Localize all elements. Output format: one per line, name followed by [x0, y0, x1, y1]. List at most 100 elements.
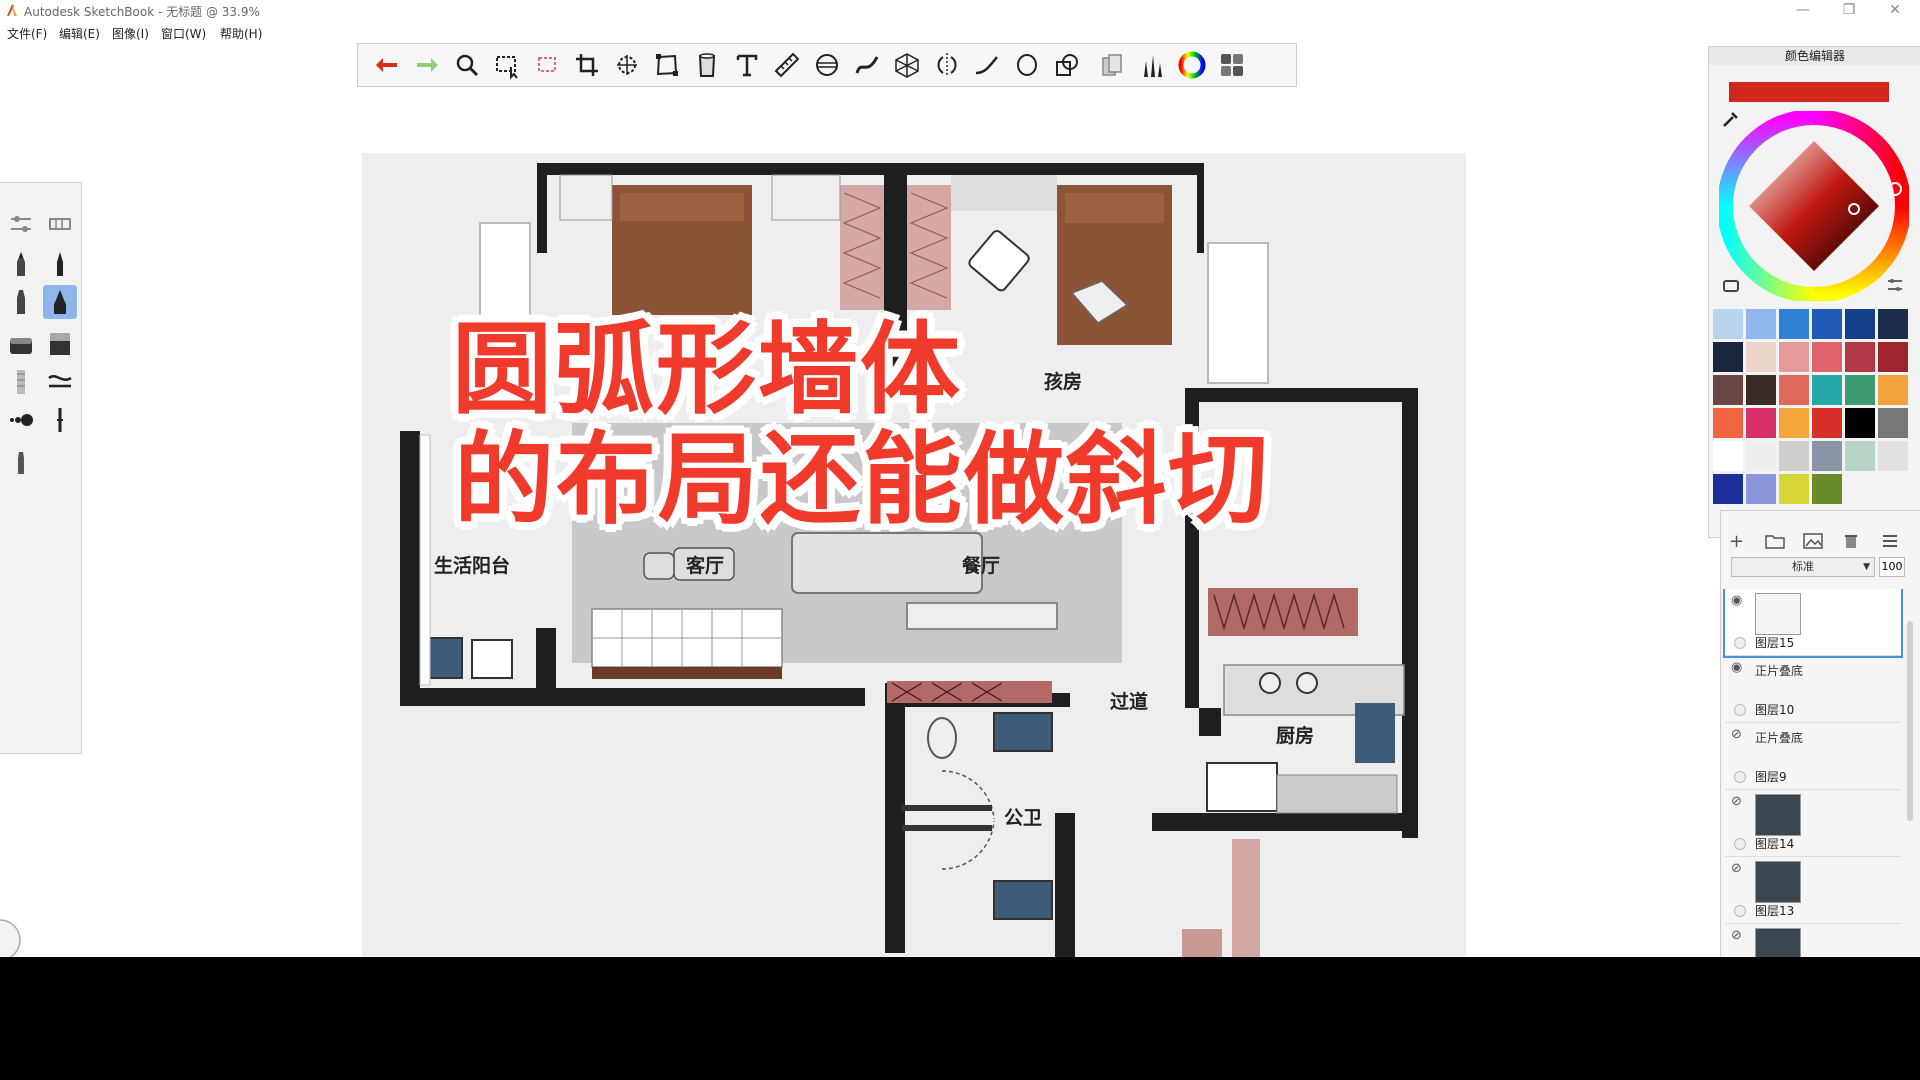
- eye-hidden-icon[interactable]: ⊘: [1731, 794, 1742, 809]
- layer-lock-toggle[interactable]: [1734, 637, 1746, 649]
- menu-window[interactable]: 窗口(W): [161, 25, 206, 42]
- color-swatch[interactable]: [1713, 342, 1743, 372]
- zoom-icon[interactable]: [451, 49, 483, 81]
- pencil-brush-icon[interactable]: [4, 247, 38, 281]
- color-swatch[interactable]: [1779, 408, 1809, 438]
- marker-brush-icon[interactable]: [4, 285, 38, 319]
- layer-lock-toggle[interactable]: [1734, 838, 1746, 850]
- layer-lock-toggle[interactable]: [1734, 771, 1746, 783]
- color-swatch[interactable]: [1812, 441, 1842, 471]
- color-swatch[interactable]: [1779, 441, 1809, 471]
- transform-icon[interactable]: [611, 49, 643, 81]
- fineliner-brush-icon[interactable]: [43, 403, 77, 437]
- ellipse-icon[interactable]: [1011, 49, 1043, 81]
- menu-edit[interactable]: 编辑(E): [59, 25, 100, 42]
- airbrush-icon[interactable]: [4, 403, 38, 437]
- select-icon[interactable]: [491, 49, 523, 81]
- eye-icon[interactable]: ◉: [1731, 593, 1742, 608]
- brush-list-icon[interactable]: [43, 207, 77, 241]
- color-swatch[interactable]: [1812, 408, 1842, 438]
- eye-hidden-icon[interactable]: ⊘: [1731, 861, 1742, 876]
- layer-row[interactable]: ⊘ 图层14: [1725, 790, 1901, 857]
- color-swatch[interactable]: [1713, 474, 1743, 504]
- color-swatch[interactable]: [1713, 309, 1743, 339]
- color-swatch[interactable]: [1845, 375, 1875, 405]
- color-swatch[interactable]: [1812, 375, 1842, 405]
- layer-row[interactable]: ⊘: [1725, 924, 1901, 957]
- distort-icon[interactable]: [651, 49, 683, 81]
- color-swatch[interactable]: [1713, 441, 1743, 471]
- ruler-icon[interactable]: [771, 49, 803, 81]
- color-swatch[interactable]: [1779, 474, 1809, 504]
- eye-hidden-icon[interactable]: ⊘: [1731, 928, 1742, 943]
- close-button[interactable]: ✕: [1872, 0, 1918, 22]
- ellipse-guide-icon[interactable]: [811, 49, 843, 81]
- layer-row[interactable]: ◉ 正片叠底 图层10: [1725, 656, 1901, 723]
- color-swatch[interactable]: [1713, 408, 1743, 438]
- layer-row[interactable]: ◉ 图层15: [1723, 589, 1903, 658]
- color-swatch[interactable]: [1779, 375, 1809, 405]
- eraser-soft-icon[interactable]: [4, 327, 38, 361]
- add-image-icon[interactable]: [1803, 533, 1823, 549]
- stroke-icon[interactable]: [971, 49, 1003, 81]
- ink-brush-icon[interactable]: [43, 285, 77, 319]
- text-icon[interactable]: [731, 49, 763, 81]
- layer-scrollbar[interactable]: [1907, 621, 1913, 821]
- current-color-swatch[interactable]: [1729, 82, 1889, 102]
- fill-icon[interactable]: [691, 49, 723, 81]
- color-settings-icon[interactable]: [1885, 275, 1905, 295]
- delete-layer-icon[interactable]: [1843, 533, 1859, 549]
- texture-brush-icon[interactable]: [4, 365, 38, 399]
- crop-icon[interactable]: [571, 49, 603, 81]
- eye-hidden-icon[interactable]: ⊘: [1731, 727, 1742, 742]
- color-swatch[interactable]: [1779, 309, 1809, 339]
- color-swatch[interactable]: [1746, 342, 1776, 372]
- color-swatch[interactable]: [1878, 408, 1908, 438]
- drawing-canvas[interactable]: 生活阳台 客厅 餐厅 孩房 过道 厨房 公卫: [362, 153, 1466, 957]
- color-swatch[interactable]: [1746, 474, 1776, 504]
- undo-icon[interactable]: [371, 49, 403, 81]
- color-swatch[interactable]: [1845, 309, 1875, 339]
- layer-lock-toggle[interactable]: [1734, 905, 1746, 917]
- layer-row[interactable]: ⊘ 图层13: [1725, 857, 1901, 924]
- smudge-brush-icon[interactable]: [43, 365, 77, 399]
- shape-icon[interactable]: [1051, 49, 1083, 81]
- french-curve-icon[interactable]: [851, 49, 883, 81]
- color-swatch[interactable]: [1845, 408, 1875, 438]
- color-swatch[interactable]: [1878, 441, 1908, 471]
- opacity-field[interactable]: 100: [1879, 557, 1905, 577]
- layer-lock-toggle[interactable]: [1734, 704, 1746, 716]
- color-wheel[interactable]: [1719, 111, 1909, 301]
- folder-icon[interactable]: [1765, 533, 1785, 549]
- minimize-button[interactable]: —: [1780, 0, 1826, 22]
- color-swatch[interactable]: [1845, 474, 1875, 504]
- menu-help[interactable]: 帮助(H): [220, 25, 262, 42]
- add-layer-icon[interactable]: +: [1729, 531, 1744, 552]
- brush-library-icon[interactable]: [1136, 49, 1168, 81]
- menu-file[interactable]: 文件(F): [7, 25, 47, 42]
- pen-brush-icon[interactable]: [43, 247, 77, 281]
- color-swatch[interactable]: [1812, 309, 1842, 339]
- color-swatch[interactable]: [1878, 342, 1908, 372]
- color-wheel-icon[interactable]: [1176, 49, 1208, 81]
- copic-icon[interactable]: [1096, 49, 1128, 81]
- blend-mode-select[interactable]: 标准 ▼: [1731, 557, 1875, 577]
- redo-icon[interactable]: [411, 49, 443, 81]
- color-swatch[interactable]: [1845, 342, 1875, 372]
- color-swatch[interactable]: [1746, 408, 1776, 438]
- color-swatch[interactable]: [1746, 441, 1776, 471]
- restore-button[interactable]: ❐: [1826, 0, 1872, 22]
- brush-settings-icon[interactable]: [4, 207, 38, 241]
- panel-toggle-icon[interactable]: [1216, 49, 1248, 81]
- color-swatch[interactable]: [1746, 375, 1776, 405]
- color-swatch[interactable]: [1812, 342, 1842, 372]
- chisel-brush-icon[interactable]: [4, 445, 38, 479]
- color-puck-icon[interactable]: [1721, 275, 1741, 295]
- menu-image[interactable]: 图像(I): [112, 25, 149, 42]
- eraser-hard-icon[interactable]: [43, 327, 77, 361]
- layer-row[interactable]: ⊘ 正片叠底 图层9: [1725, 723, 1901, 790]
- color-swatch[interactable]: [1878, 474, 1908, 504]
- panel-handle-icon[interactable]: [0, 918, 22, 957]
- color-swatch[interactable]: [1713, 375, 1743, 405]
- eye-icon[interactable]: ◉: [1731, 660, 1742, 675]
